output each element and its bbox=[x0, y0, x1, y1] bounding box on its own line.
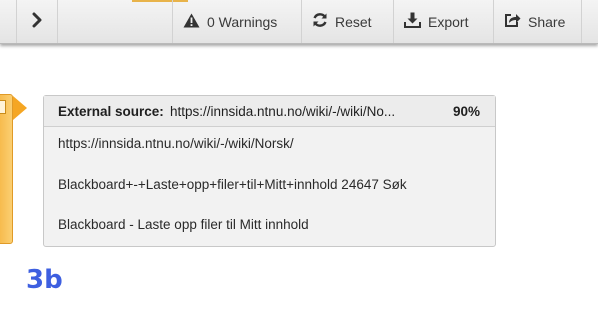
reset-label: Reset bbox=[335, 13, 372, 30]
export-button[interactable]: Export bbox=[393, 0, 485, 43]
reset-button[interactable]: Reset bbox=[301, 0, 389, 43]
share-button[interactable]: Share bbox=[493, 0, 582, 43]
reset-icon bbox=[312, 12, 328, 31]
toolbar: 0 Warnings Reset Export Share bbox=[0, 0, 598, 44]
source-line-3: Blackboard - Laste opp filer til Mitt in… bbox=[58, 217, 309, 232]
export-label: Export bbox=[428, 13, 469, 30]
source-label: External source: bbox=[58, 103, 164, 119]
source-card: External source: https://innsida.ntnu.no… bbox=[43, 95, 496, 247]
match-percent: 90% bbox=[453, 103, 481, 119]
source-line-2: Blackboard+-+Laste+opp+filer+til+Mitt+in… bbox=[58, 177, 407, 192]
source-tab[interactable] bbox=[0, 94, 13, 244]
expand-button[interactable] bbox=[16, 0, 58, 43]
page: 0 Warnings Reset Export Share External s… bbox=[0, 0, 598, 323]
warnings-button[interactable]: 0 Warnings bbox=[172, 0, 294, 43]
chevron-right-icon bbox=[31, 12, 43, 31]
export-icon bbox=[404, 12, 421, 31]
share-icon bbox=[504, 12, 521, 31]
source-url[interactable]: https://innsida.ntnu.no/wiki/-/wiki/No..… bbox=[170, 104, 436, 119]
source-tab-pointer bbox=[13, 96, 27, 120]
warnings-label: 0 Warnings bbox=[207, 13, 278, 30]
source-line-1: https://innsida.ntnu.no/wiki/-/wiki/Nors… bbox=[58, 136, 294, 151]
share-label: Share bbox=[528, 13, 566, 30]
source-card-header[interactable]: External source: https://innsida.ntnu.no… bbox=[44, 96, 495, 127]
step-label: 3b bbox=[26, 265, 63, 295]
source-tab-checkbox[interactable] bbox=[0, 100, 6, 114]
warning-icon bbox=[183, 13, 200, 31]
